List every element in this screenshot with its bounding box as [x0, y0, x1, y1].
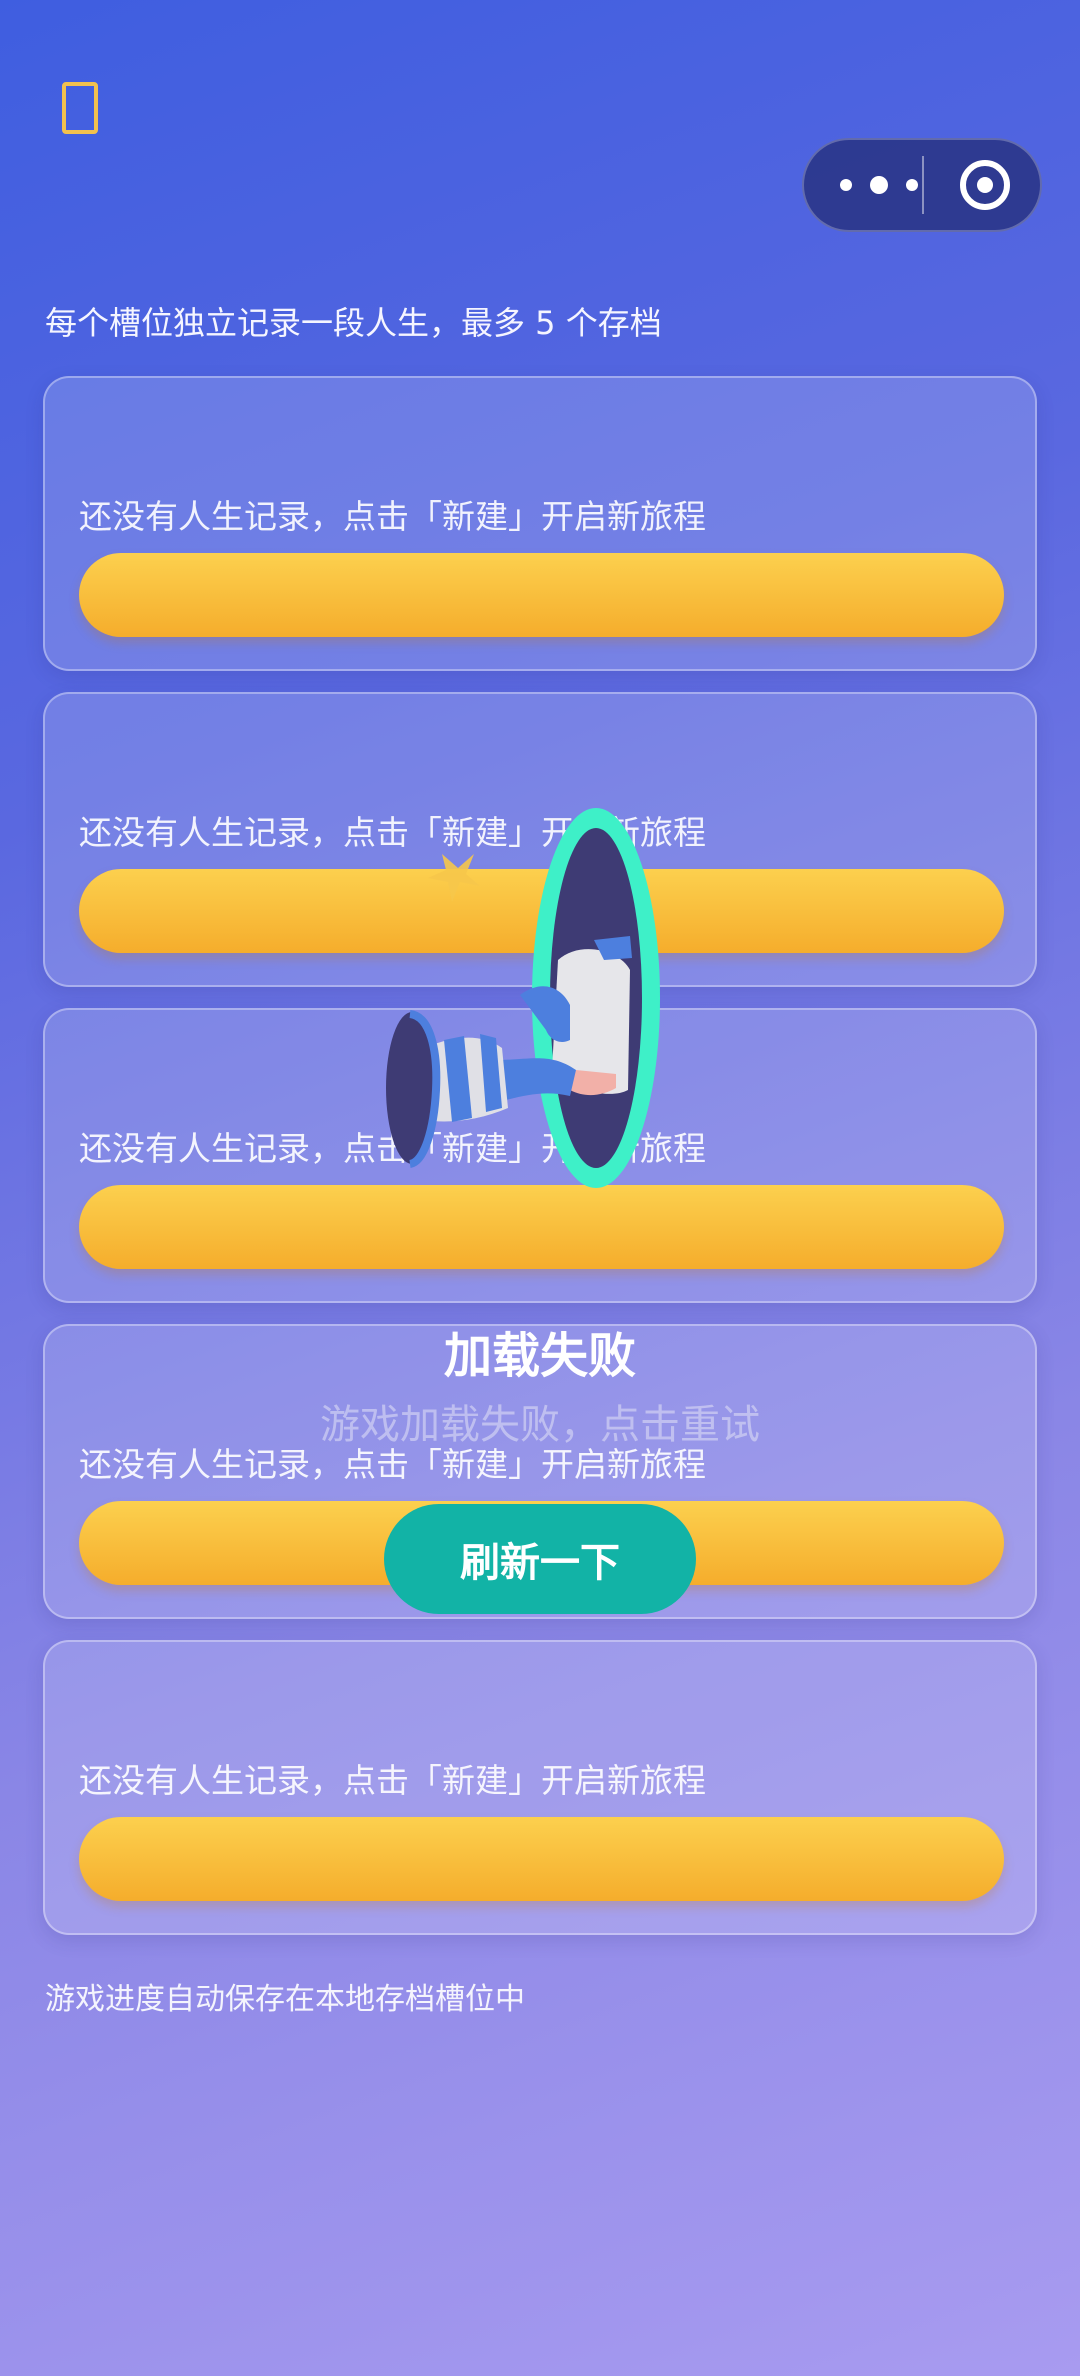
refresh-button[interactable]: 刷新一下 — [384, 1504, 696, 1614]
more-dots-icon[interactable] — [840, 140, 918, 230]
intro-text: 每个槽位独立记录一段人生，最多 5 个存档 — [45, 304, 662, 342]
new-slot-button[interactable] — [79, 1817, 1004, 1901]
save-slot: 还没有人生记录，点击「新建」开启新旅程 — [43, 1640, 1037, 1935]
mini-program-capsule — [802, 138, 1042, 232]
slot-empty-text: 还没有人生记录，点击「新建」开启新旅程 — [79, 497, 706, 536]
slot-empty-text: 还没有人生记录，点击「新建」开启新旅程 — [79, 1761, 706, 1800]
capsule-divider — [922, 156, 924, 214]
sparkle-icon — [428, 854, 480, 902]
new-slot-button[interactable] — [79, 553, 1004, 637]
autosave-note: 游戏进度自动保存在本地存档槽位中 — [45, 1982, 525, 2017]
back-icon[interactable] — [62, 82, 98, 134]
error-description: 游戏加载失败，点击重试 — [320, 1402, 760, 1448]
save-slot: 还没有人生记录，点击「新建」开启新旅程 — [43, 376, 1037, 671]
target-circle-icon[interactable] — [960, 160, 1010, 210]
error-title: 加载失败 — [443, 1328, 636, 1384]
portal-legs-illustration — [386, 808, 660, 1188]
